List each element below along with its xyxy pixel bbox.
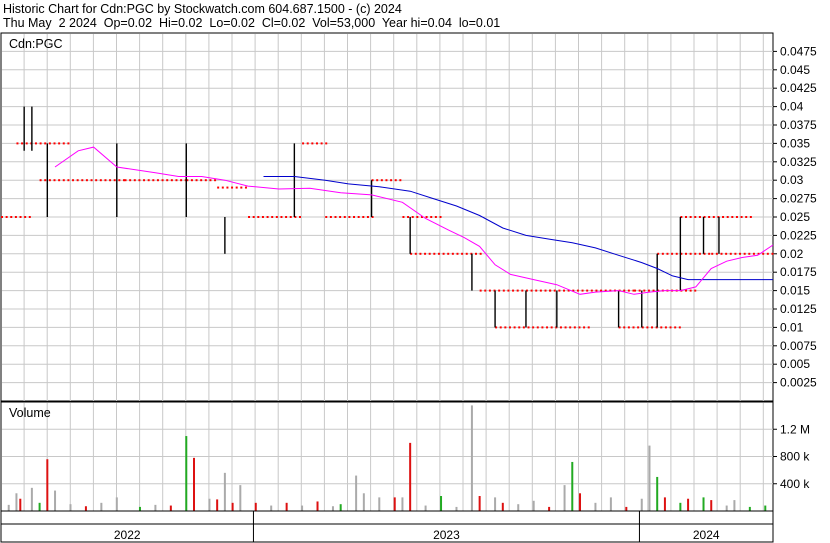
volume-bar [69,504,72,511]
volume-bar [501,502,504,511]
volume-bar [362,493,365,511]
year-label: 2023 [433,528,460,542]
volume-bar [687,498,690,511]
year-label: 2022 [114,528,141,542]
volume-bar [316,501,319,511]
volume-bar [38,502,41,511]
volume-bar [702,497,705,511]
volume-bar [764,505,767,511]
volume-bar [355,475,358,511]
volume-bar [115,497,118,511]
price-y-tick-label: 0.0175 [780,265,817,279]
volume-bar [193,457,195,511]
price-y-tick-label: 0.0225 [780,228,817,242]
price-y-tick-label: 0.035 [780,136,810,150]
volume-bar [46,459,49,511]
volume-bar [640,498,643,511]
volume-bar [208,498,211,511]
price-y-tick-label: 0.0075 [780,339,817,353]
volume-bar [30,487,33,511]
volume-bar [54,490,57,511]
volume-bar [7,504,10,511]
volume-bar [231,502,234,511]
price-y-tick-label: 0.03 [780,173,804,187]
price-y-tick-label: 0.0325 [780,155,817,169]
volume-bar [378,497,381,511]
volume-bar [285,502,288,511]
volume-bar [663,497,666,511]
price-y-tick-label: 0.0475 [780,44,817,58]
volume-bar [169,505,172,511]
price-panel-title: Cdn:PGC [9,37,63,51]
price-y-tick-label: 0.02 [780,247,804,261]
price-y-tick-label: 0.04 [780,100,804,114]
volume-bar [100,502,103,511]
volume-bar [154,504,157,511]
volume-bar [254,502,257,511]
volume-y-axis: 1.2 M 800 k 400 k [773,422,810,491]
price-y-tick-label: 0.01 [780,320,804,334]
volume-bar [478,496,481,511]
volume-bar [733,500,736,511]
volume-bar [679,502,682,511]
volume-bar [331,506,334,511]
volume-bar [409,442,412,511]
stock-chart: 0.0475 0.045 0.0425 0.04 0.0375 0.035 0.0325 0.… [0,32,817,543]
price-y-tick-label: 0.0025 [780,376,817,390]
volume-bar [594,502,597,511]
volume-y-tick-label: 800 k [780,450,810,464]
date-axis: 2022 2023 2024 [0,510,774,543]
volume-bar [470,405,473,511]
volume-bar [648,445,651,511]
price-y-tick-label: 0.015 [780,284,810,298]
volume-bar [339,504,342,511]
price-y-tick-label: 0.005 [780,357,810,371]
price-y-tick-label: 0.0425 [780,81,817,95]
volume-bar [15,493,18,511]
volume-bar [517,504,520,511]
year-label: 2024 [693,528,720,542]
volume-bar [563,485,566,511]
volume-bar [270,505,273,511]
volume-bar [494,497,497,511]
price-y-tick-label: 0.0375 [780,118,817,132]
volume-bar [19,498,22,511]
volume-bar [455,506,458,511]
volume-panel: 1.2 M 800 k 400 k Volume [0,401,810,512]
volume-bar [301,505,304,511]
volume-bar [548,506,551,511]
volume-bar [710,500,713,511]
volume-bar [216,499,219,511]
volume-bar [725,505,728,511]
volume-bar [138,506,141,511]
volume-bar [609,497,612,511]
price-panel: 0.0475 0.045 0.0425 0.04 0.0375 0.035 0.0325 0.… [0,32,817,402]
price-y-tick-label: 0.0275 [780,192,817,206]
volume-bar [440,496,443,511]
price-y-axis: 0.0475 0.045 0.0425 0.04 0.0375 0.035 0.0325 0.… [773,44,817,390]
volume-panel-title: Volume [9,406,51,420]
volume-y-tick-label: 400 k [780,477,810,491]
price-y-tick-label: 0.025 [780,210,810,224]
volume-bar [401,497,404,511]
volume-bar [223,472,226,511]
volume-y-tick-label: 1.2 M [780,422,810,436]
volume-bar [571,461,574,511]
volume-bar [532,500,535,511]
volume-bar [625,506,628,511]
volume-bar [656,476,659,511]
volume-bar [84,506,87,511]
volume-bar [393,497,396,511]
volume-bar [185,436,188,511]
price-y-tick-label: 0.0125 [780,302,817,316]
volume-bar [748,506,751,511]
volume-bar [239,485,242,511]
volume-bar [579,493,581,511]
price-y-tick-label: 0.045 [780,63,810,77]
volume-bar [424,505,427,511]
